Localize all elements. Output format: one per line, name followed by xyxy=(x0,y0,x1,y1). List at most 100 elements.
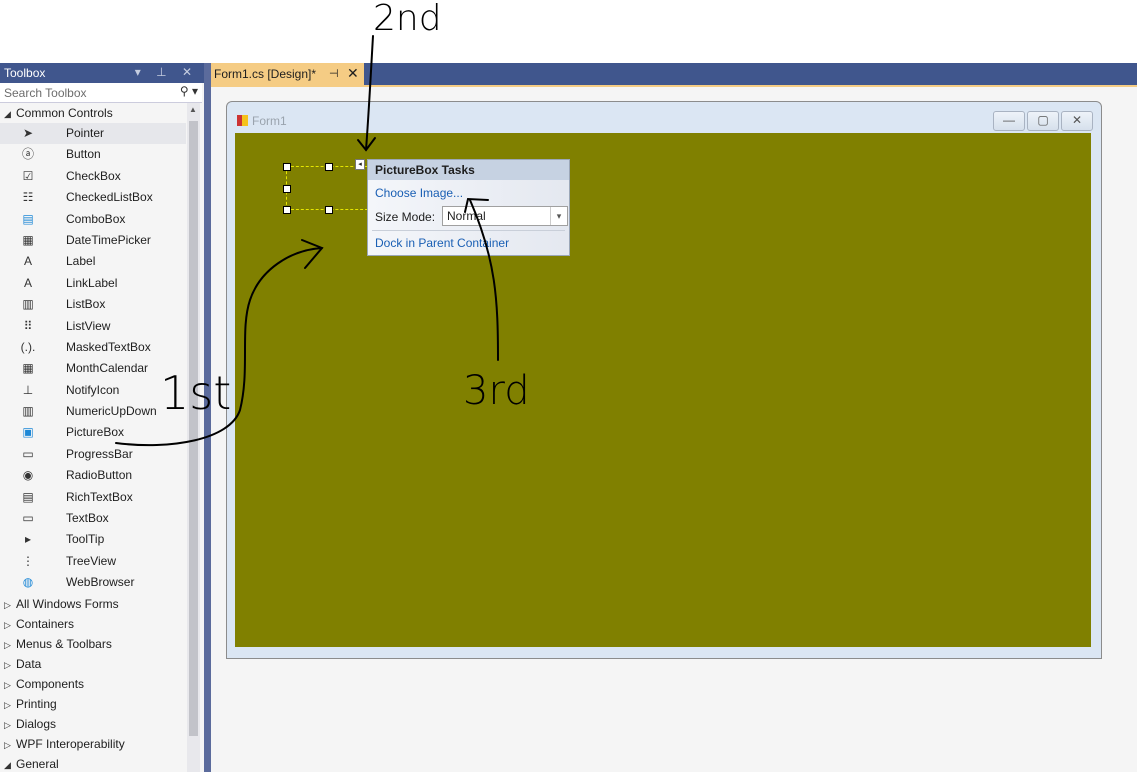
resize-handle[interactable] xyxy=(283,206,291,214)
toolbox-search[interactable]: Search Toolbox ⚲ ▾ xyxy=(0,83,202,103)
toolbox-item-maskedtextbox[interactable]: (.). MaskedTextBox xyxy=(0,337,186,358)
combobox-icon: ▤ xyxy=(22,211,34,226)
toolbox-item-label: Label xyxy=(66,254,96,269)
category-components[interactable]: ▷ Components xyxy=(0,674,186,694)
expanded-arrow-icon: ◢ xyxy=(4,109,11,119)
toolbox-scrollbar[interactable]: ▲ xyxy=(187,103,200,772)
toolbox-item-radiobutton[interactable]: ◉ RadioButton xyxy=(0,465,186,486)
tab-form1-design[interactable]: Form1.cs [Design]* ⊣ ✕ xyxy=(211,63,364,85)
toolbox-item-checkbox[interactable]: ☑ CheckBox xyxy=(0,166,186,187)
category-wpf-interoperability[interactable]: ▷ WPF Interoperability xyxy=(0,734,186,754)
listview-icon: ⠿ xyxy=(23,318,33,333)
annotation-3rd: 3rd xyxy=(463,368,530,414)
collapsed-arrow-icon: ▷ xyxy=(4,619,11,630)
treeview-icon: ⋮ xyxy=(22,553,34,568)
link-label-icon: A xyxy=(23,275,32,290)
category-common-controls[interactable]: ◢ Common Controls xyxy=(0,103,186,123)
resize-handle[interactable] xyxy=(283,185,291,193)
close-button[interactable]: ✕ xyxy=(1061,111,1093,131)
size-mode-label: Size Mode: xyxy=(375,210,436,224)
toolbox-item-label[interactable]: A Label xyxy=(0,251,186,272)
toolbox-item-label: ListBox xyxy=(66,297,106,312)
toolbox-item-checkedlistbox[interactable]: ☷ CheckedListBox xyxy=(0,187,186,208)
toolbox-item-label: NotifyIcon xyxy=(66,382,120,397)
category-dialogs[interactable]: ▷ Dialogs xyxy=(0,714,186,734)
minimize-button[interactable]: — xyxy=(993,111,1025,131)
category-printing[interactable]: ▷ Printing xyxy=(0,694,186,714)
toolbox-item-label: MonthCalendar xyxy=(66,361,149,376)
close-tab-icon[interactable]: ✕ xyxy=(347,65,359,82)
size-mode-select[interactable]: Normal ▾ xyxy=(442,206,568,226)
toolbox-item-label: ComboBox xyxy=(66,211,126,226)
category-menus-toolbars[interactable]: ▷ Menus & Toolbars xyxy=(0,634,186,654)
progressbar-icon: ▭ xyxy=(22,446,34,461)
form-caption: Form1 xyxy=(237,114,287,128)
textbox-icon: ▭ xyxy=(22,511,34,526)
webbrowser-icon: ◍ xyxy=(22,575,34,590)
toolbox-item-textbox[interactable]: ▭ TextBox xyxy=(0,508,186,529)
toolbox-item-linklabel[interactable]: A LinkLabel xyxy=(0,273,186,294)
choose-image-link[interactable]: Choose Image... xyxy=(375,186,463,200)
category-label: Containers xyxy=(16,616,75,631)
category-label: Dialogs xyxy=(16,716,57,731)
category-label: WPF Interoperability xyxy=(16,736,125,751)
masked-textbox-icon: (.). xyxy=(20,339,36,354)
toolbox-item-button[interactable]: ⓐ Button xyxy=(0,144,186,165)
month-calendar-icon: ▦ xyxy=(22,361,34,376)
search-icon[interactable]: ⚲ ▾ xyxy=(180,84,198,98)
maximize-button[interactable]: ▢ xyxy=(1027,111,1059,131)
button-icon: ⓐ xyxy=(21,147,34,162)
category-containers[interactable]: ▷ Containers xyxy=(0,614,186,634)
tab-label: Form1.cs [Design]* xyxy=(214,67,317,81)
toolbox-item-treeview[interactable]: ⋮ TreeView xyxy=(0,551,186,572)
form-client-area[interactable]: ◂ PictureBox Tasks Choose Image... Size … xyxy=(235,133,1091,647)
toolbox-item-label: WebBrowser xyxy=(66,575,135,590)
richtextbox-icon: ▤ xyxy=(22,489,34,504)
pin-icon[interactable]: ⊣ xyxy=(329,67,339,80)
category-label: All Windows Forms xyxy=(16,596,119,611)
toolbox-item-combobox[interactable]: ▤ ComboBox xyxy=(0,209,186,230)
form1-window[interactable]: Form1 — ▢ ✕ ◂ PictureBox Tasks Choose Im… xyxy=(226,101,1102,659)
minimize-icon: — xyxy=(1003,113,1015,127)
resize-handle[interactable] xyxy=(283,163,291,171)
picturebox-selected[interactable] xyxy=(286,166,373,210)
category-all-windows-forms[interactable]: ▷ All Windows Forms xyxy=(0,594,186,614)
annotation-2nd: 2nd xyxy=(373,0,442,39)
scrollbar-thumb[interactable] xyxy=(189,121,198,736)
toolbox-window-controls[interactable]: ▾ ⊥ ✕ xyxy=(135,65,198,79)
smart-tag-glyph[interactable]: ◂ xyxy=(355,159,365,170)
tooltip-icon: ▸ xyxy=(24,532,32,547)
toolbox-item-numericupdown[interactable]: ▥ NumericUpDown xyxy=(0,401,186,422)
calendar-icon: ▦ xyxy=(22,232,34,247)
collapsed-arrow-icon: ▷ xyxy=(4,679,11,690)
toolbox-item-listview[interactable]: ⠿ ListView xyxy=(0,316,186,337)
category-label: Common Controls xyxy=(16,106,113,120)
checkbox-icon: ☑ xyxy=(22,168,34,183)
search-input[interactable]: Search Toolbox xyxy=(4,86,87,100)
scroll-up-icon[interactable]: ▲ xyxy=(189,105,197,114)
dock-in-parent-link[interactable]: Dock in Parent Container xyxy=(375,236,509,250)
collapsed-arrow-icon: ▷ xyxy=(4,719,11,730)
toolbox-item-label: ListView xyxy=(66,318,111,333)
collapsed-arrow-icon: ▷ xyxy=(4,699,11,710)
toolbox-item-progressbar[interactable]: ▭ ProgressBar xyxy=(0,444,186,465)
toolbox-item-datetimepicker[interactable]: ▦ DateTimePicker xyxy=(0,230,186,251)
resize-handle[interactable] xyxy=(325,163,333,171)
toolbox-item-notifyicon[interactable]: ⊥ NotifyIcon xyxy=(0,380,186,401)
toolbox-item-monthcalendar[interactable]: ▦ MonthCalendar xyxy=(0,358,186,379)
toolbox-item-tooltip[interactable]: ▸ ToolTip xyxy=(0,529,186,550)
toolbox-item-richtextbox[interactable]: ▤ RichTextBox xyxy=(0,487,186,508)
toolbox-item-label: TreeView xyxy=(66,553,117,568)
toolbox-title: Toolbox xyxy=(4,66,46,80)
picture-icon: ▣ xyxy=(22,425,34,440)
category-general[interactable]: ◢ General xyxy=(0,754,186,774)
toolbox-item-webbrowser[interactable]: ◍ WebBrowser xyxy=(0,572,186,593)
toolbox-item-listbox[interactable]: ▥ ListBox xyxy=(0,294,186,315)
resize-handle[interactable] xyxy=(325,206,333,214)
toolbox-item-pointer[interactable]: ➤ Pointer xyxy=(0,123,186,145)
category-data[interactable]: ▷ Data xyxy=(0,654,186,674)
numeric-updown-icon: ▥ xyxy=(22,404,34,419)
toolbox-item-picturebox[interactable]: ▣ PictureBox xyxy=(0,422,186,443)
chevron-down-icon[interactable]: ▾ xyxy=(550,207,567,225)
notify-icon: ⊥ xyxy=(22,382,34,397)
